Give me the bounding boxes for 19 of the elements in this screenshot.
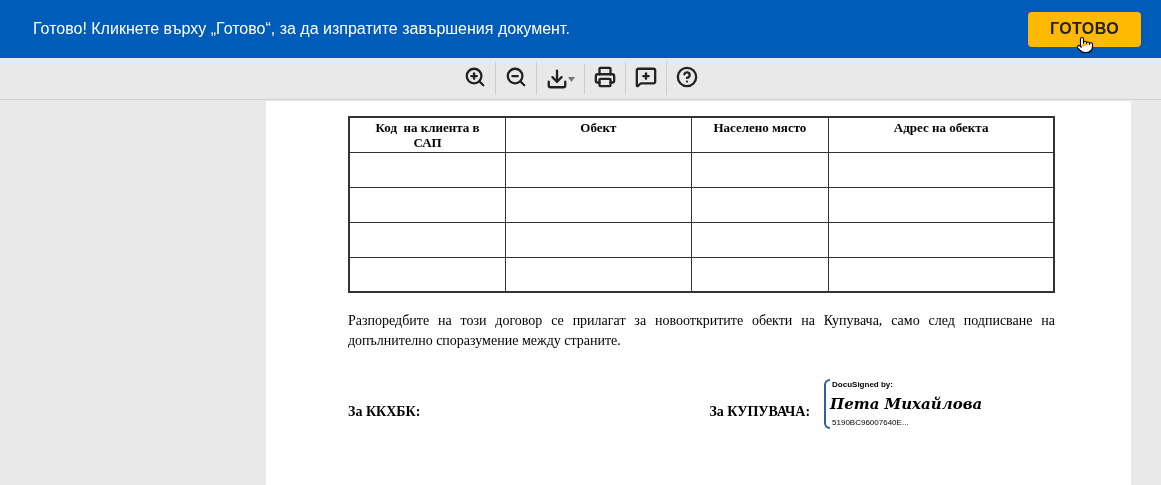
party-label: За КУПУВАЧА: <box>709 402 811 421</box>
handwritten-signature: Пета Михайлова <box>830 394 983 415</box>
column-header: Код на клиента в САП <box>349 117 506 152</box>
column-header: Обект <box>505 117 691 152</box>
banner-message: Готово! Кликнете върху „Готово“, за да изпратите завършения документ. <box>33 19 570 39</box>
comment-plus-icon <box>634 66 657 88</box>
caret-icon <box>567 76 575 82</box>
contract-paragraph: Разпоредбите на този договор се прилагат за новооткритите обекти на Купувача, само след подписване на допълнително споразумение между страните. <box>348 312 1055 350</box>
zoom-in-icon <box>463 66 486 88</box>
help-icon <box>675 66 698 88</box>
party-label: За ККХБК: <box>348 402 421 421</box>
printer-icon <box>593 66 616 88</box>
zoom-out-icon <box>504 66 527 88</box>
envelope-id: 5190BC96007640E... <box>832 418 910 428</box>
column-header: Населено място <box>691 117 829 152</box>
download-icon <box>545 67 568 90</box>
docusign-bracket <box>824 379 831 429</box>
finish-button[interactable]: ГОТОВО <box>1028 11 1141 47</box>
docusigned-label: DocuSigned by: <box>832 380 894 390</box>
